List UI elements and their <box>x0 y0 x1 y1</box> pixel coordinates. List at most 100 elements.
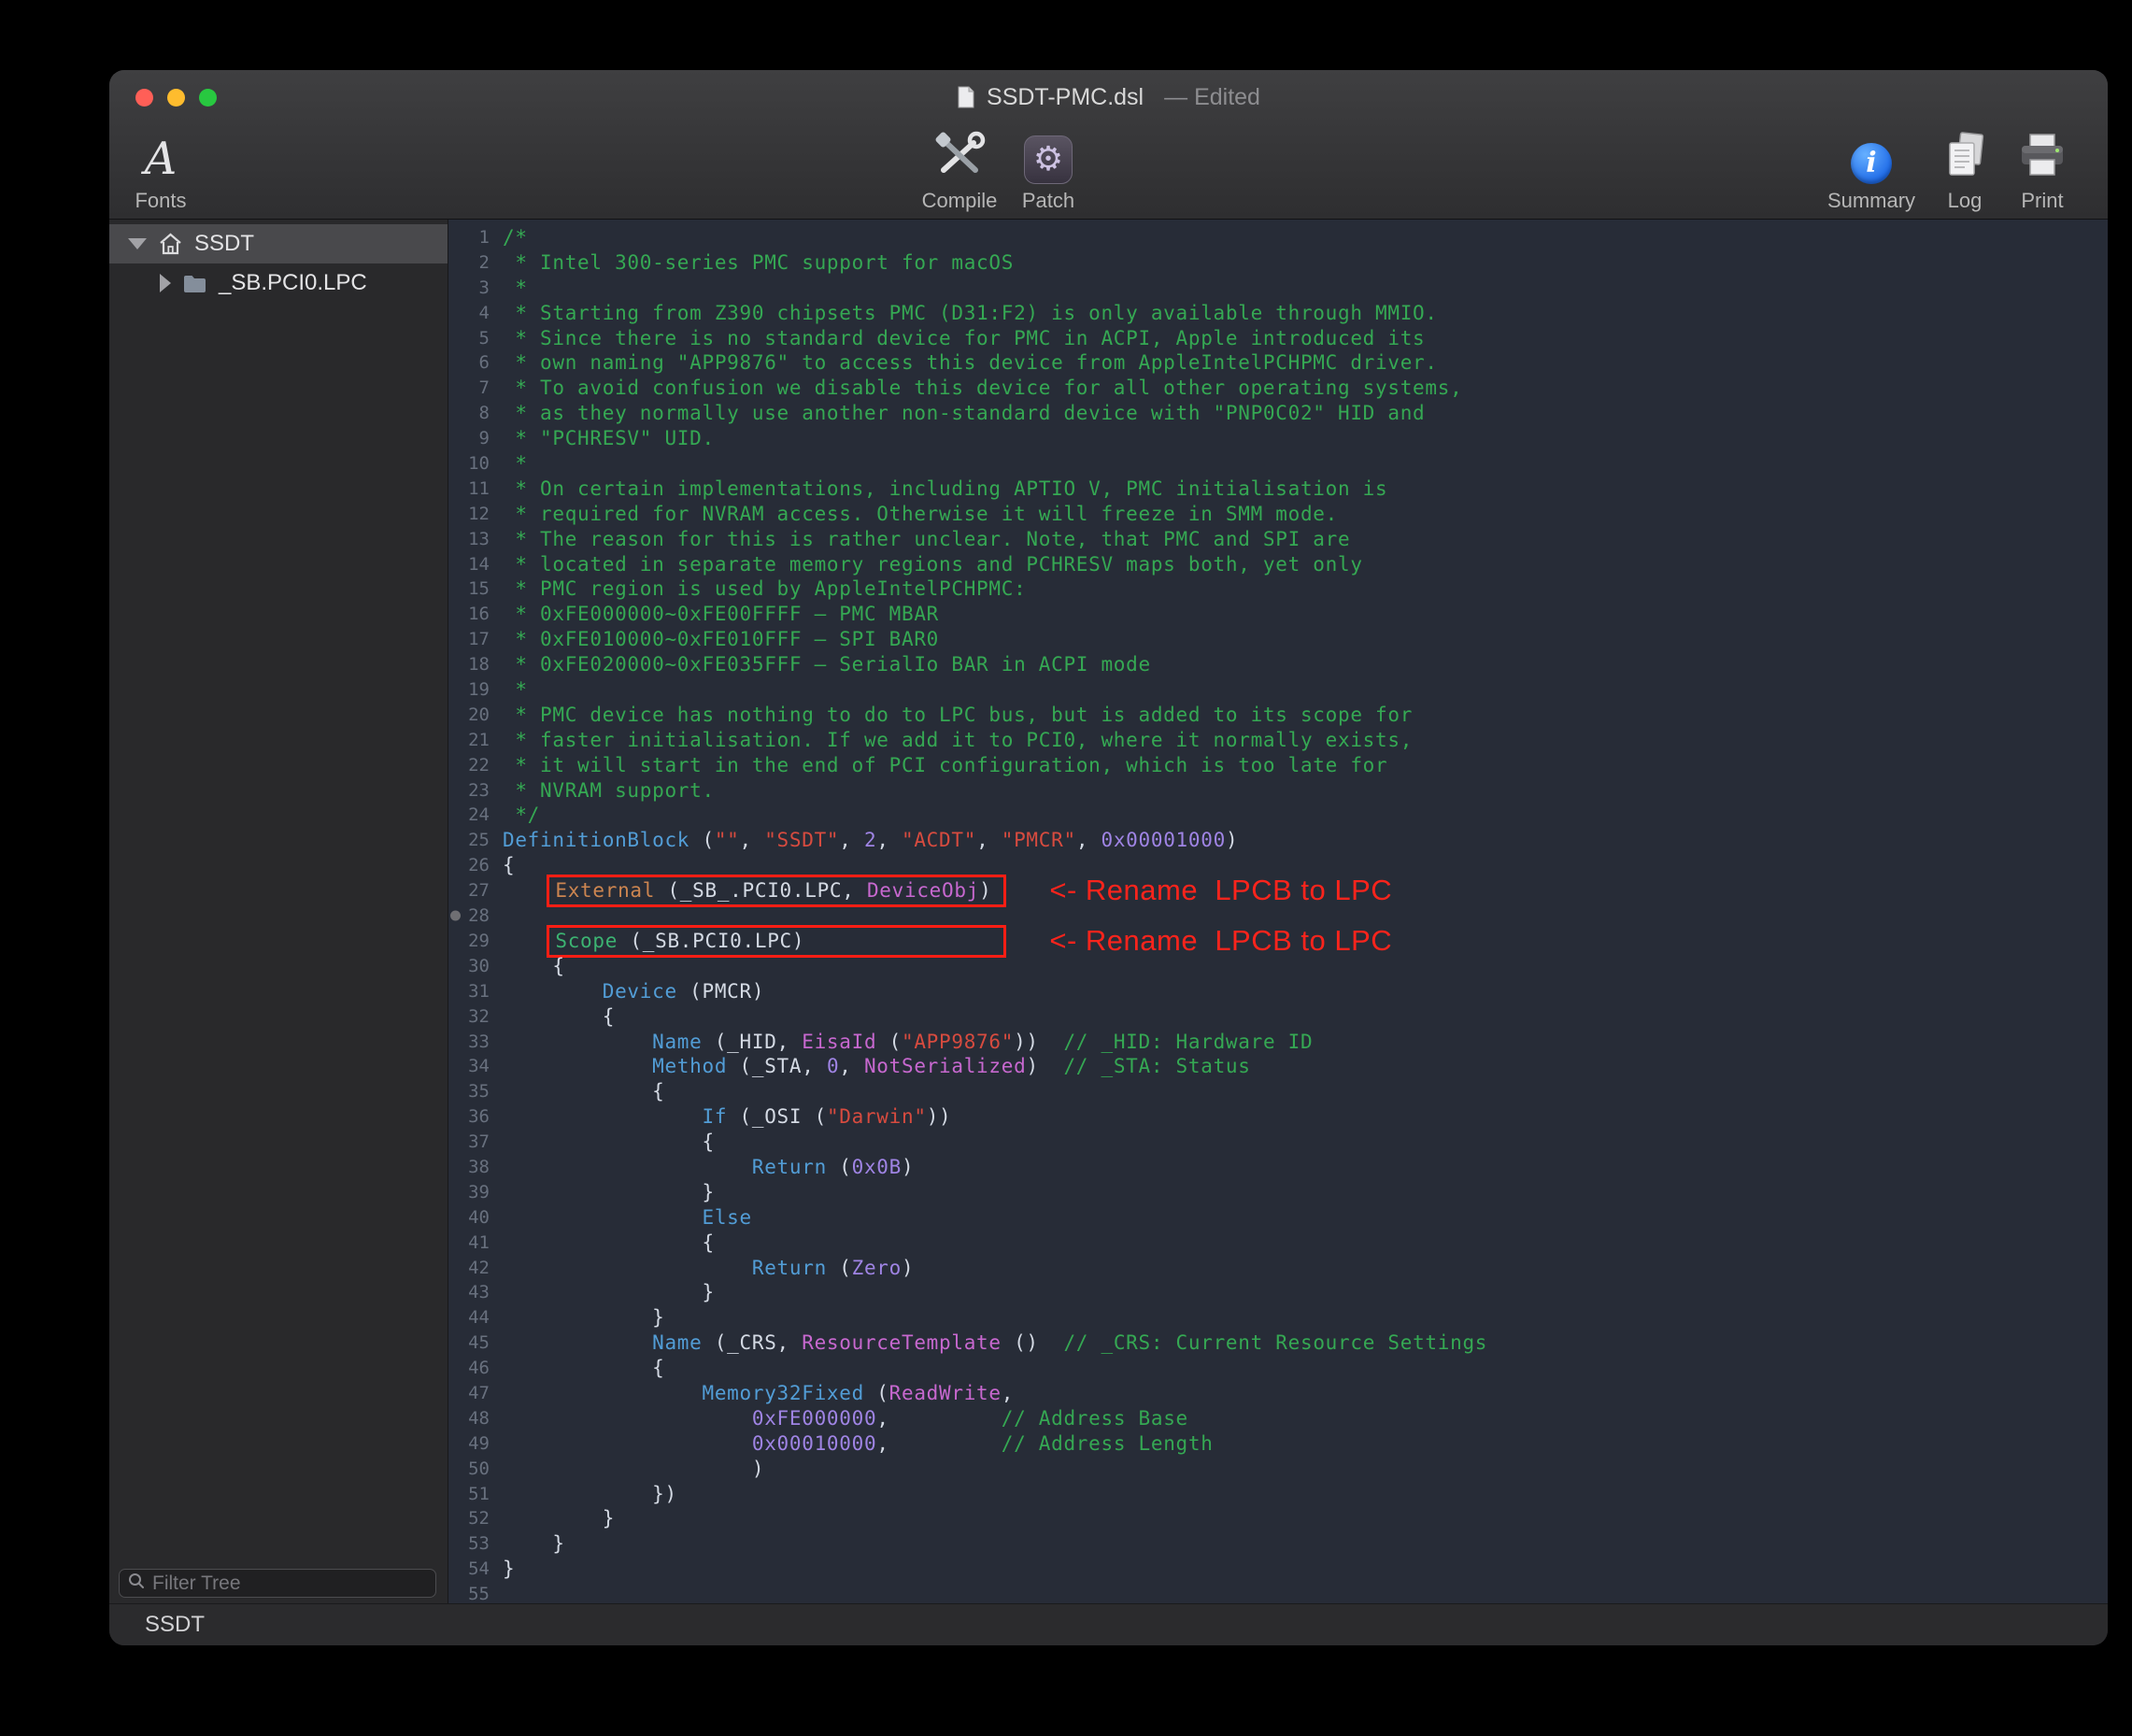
code-editor[interactable]: 1 /*2 * Intel 300-series PMC support for … <box>448 220 2108 1603</box>
line-number: 55 <box>448 1582 490 1603</box>
line-number: 27 <box>448 878 490 904</box>
line-number: 14 <box>448 552 490 577</box>
code-text: * own naming "APP9876" to access this de… <box>503 350 1438 376</box>
line-number: 1 <box>448 225 490 250</box>
line-number: 29 <box>448 929 490 954</box>
zoom-button[interactable] <box>199 89 217 107</box>
code-text: /* <box>503 225 528 250</box>
compile-tools-icon <box>932 131 987 184</box>
minimize-button[interactable] <box>167 89 185 107</box>
code-text: DefinitionBlock ("", "SSDT", 2, "ACDT", … <box>503 828 1238 853</box>
patch-button[interactable]: ⚙ Patch <box>1003 124 1093 214</box>
code-text: Return (Zero) <box>503 1256 914 1281</box>
code-text: External (_SB_.PCI0.LPC, DeviceObj)<- Re… <box>503 878 1392 904</box>
code-text: { <box>503 1079 664 1104</box>
line-number: 11 <box>448 477 490 502</box>
code-text: { <box>503 1231 715 1256</box>
code-text: { <box>503 853 515 878</box>
code-line: 46 { <box>448 1356 2108 1381</box>
code-text: * PMC device has nothing to do to LPC bu… <box>503 703 1413 728</box>
filter-tree-field[interactable] <box>119 1569 436 1598</box>
code-line: 55 <box>448 1582 2108 1603</box>
code-line: 14 * located in separate memory regions … <box>448 552 2108 577</box>
patch-gear-icon: ⚙ <box>1024 135 1073 184</box>
line-number: 20 <box>448 703 490 728</box>
code-line: 44 } <box>448 1305 2108 1330</box>
line-number: 19 <box>448 677 490 703</box>
line-number: 32 <box>448 1004 490 1030</box>
code-text: } <box>503 1557 515 1582</box>
status-bar: SSDT <box>109 1603 2108 1645</box>
code-text: * "PCHRESV" UID. <box>503 426 715 451</box>
code-line: 10 * <box>448 451 2108 477</box>
code-line: 33 Name (_HID, EisaId ("APP9876")) // _H… <box>448 1030 2108 1055</box>
code-text: * 0xFE010000~0xFE010FFF — SPI BAR0 <box>503 627 939 652</box>
code-text: * PMC region is used by AppleIntelPCHPMC… <box>503 576 1026 602</box>
line-number: 16 <box>448 602 490 627</box>
code-text: * required for NVRAM access. Otherwise i… <box>503 502 1338 527</box>
code-text: Method (_STA, 0, NotSerialized) // _STA:… <box>503 1054 1251 1079</box>
code-text: { <box>503 1130 715 1155</box>
line-number: 22 <box>448 753 490 778</box>
filter-tree-input[interactable] <box>152 1572 427 1595</box>
info-icon: i <box>1851 143 1892 184</box>
code-line: 32 { <box>448 1004 2108 1030</box>
print-button[interactable]: Print <box>1997 124 2088 214</box>
code-line: 12 * required for NVRAM access. Otherwis… <box>448 502 2108 527</box>
code-line: 40 Else <box>448 1205 2108 1231</box>
window-header: SSDT-PMC.dsl — Edited A Fonts Compile <box>109 70 2108 220</box>
code-text: Return (0x0B) <box>503 1155 914 1180</box>
code-line: 36 If (_OSI ("Darwin")) <box>448 1104 2108 1130</box>
titlebar: SSDT-PMC.dsl — Edited <box>109 70 2108 124</box>
code-text: * <box>503 677 528 703</box>
line-number: 51 <box>448 1482 490 1507</box>
disclosure-right-icon[interactable] <box>160 274 171 292</box>
code-line: 15 * PMC region is used by AppleIntelPCH… <box>448 576 2108 602</box>
line-marker-dot <box>450 911 461 921</box>
compile-button[interactable]: Compile <box>902 124 1017 214</box>
code-line: 39 } <box>448 1180 2108 1205</box>
code-line: 43 } <box>448 1280 2108 1305</box>
code-line: 53 } <box>448 1531 2108 1557</box>
code-line: 50 ) <box>448 1457 2108 1482</box>
code-text: Name (_CRS, ResourceTemplate () // _CRS:… <box>503 1330 1487 1356</box>
code-text: } <box>503 1531 565 1557</box>
code-text: * <box>503 451 528 477</box>
sidebar-item-sb-pci0-lpc[interactable]: _SB.PCI0.LPC <box>109 263 448 303</box>
code-line: 7 * To avoid confusion we disable this d… <box>448 376 2108 401</box>
code-lines: 1 /*2 * Intel 300-series PMC support for … <box>448 225 2108 1603</box>
document-icon <box>957 86 975 108</box>
log-button[interactable]: Log <box>1929 124 2000 214</box>
line-number: 30 <box>448 954 490 979</box>
code-line: 41 { <box>448 1231 2108 1256</box>
log-label: Log <box>1948 190 1983 212</box>
printer-icon <box>2018 133 2067 184</box>
code-line: 2 * Intel 300-series PMC support for mac… <box>448 250 2108 276</box>
rename-highlight-box: External (_SB_.PCI0.LPC, DeviceObj) <box>547 875 1006 907</box>
sidebar-item-ssdt[interactable]: SSDT <box>109 224 448 263</box>
line-number: 2 <box>448 250 490 276</box>
code-line: 42 Return (Zero) <box>448 1256 2108 1281</box>
code-line: 17 * 0xFE010000~0xFE010FFF — SPI BAR0 <box>448 627 2108 652</box>
summary-label: Summary <box>1827 190 1915 212</box>
line-number: 9 <box>448 426 490 451</box>
line-number: 52 <box>448 1506 490 1531</box>
line-number: 24 <box>448 803 490 828</box>
code-text: { <box>503 1004 615 1030</box>
code-text: * The reason for this is rather unclear.… <box>503 527 1350 552</box>
folder-icon <box>182 273 207 294</box>
toolbar: A Fonts Compile ⚙ Patch i <box>109 124 2108 220</box>
summary-button[interactable]: i Summary <box>1815 124 1927 214</box>
line-number: 42 <box>448 1256 490 1281</box>
line-number: 41 <box>448 1231 490 1256</box>
code-text: * 0xFE000000~0xFE00FFFF — PMC MBAR <box>503 602 939 627</box>
code-text: }) <box>503 1482 677 1507</box>
compile-label: Compile <box>922 190 998 212</box>
code-text: } <box>503 1305 664 1330</box>
close-button[interactable] <box>135 89 153 107</box>
log-pages-icon <box>1942 131 1987 184</box>
disclosure-down-icon[interactable] <box>128 238 147 249</box>
line-number: 6 <box>448 350 490 376</box>
fonts-button[interactable]: A Fonts <box>119 124 203 214</box>
line-number: 47 <box>448 1381 490 1406</box>
